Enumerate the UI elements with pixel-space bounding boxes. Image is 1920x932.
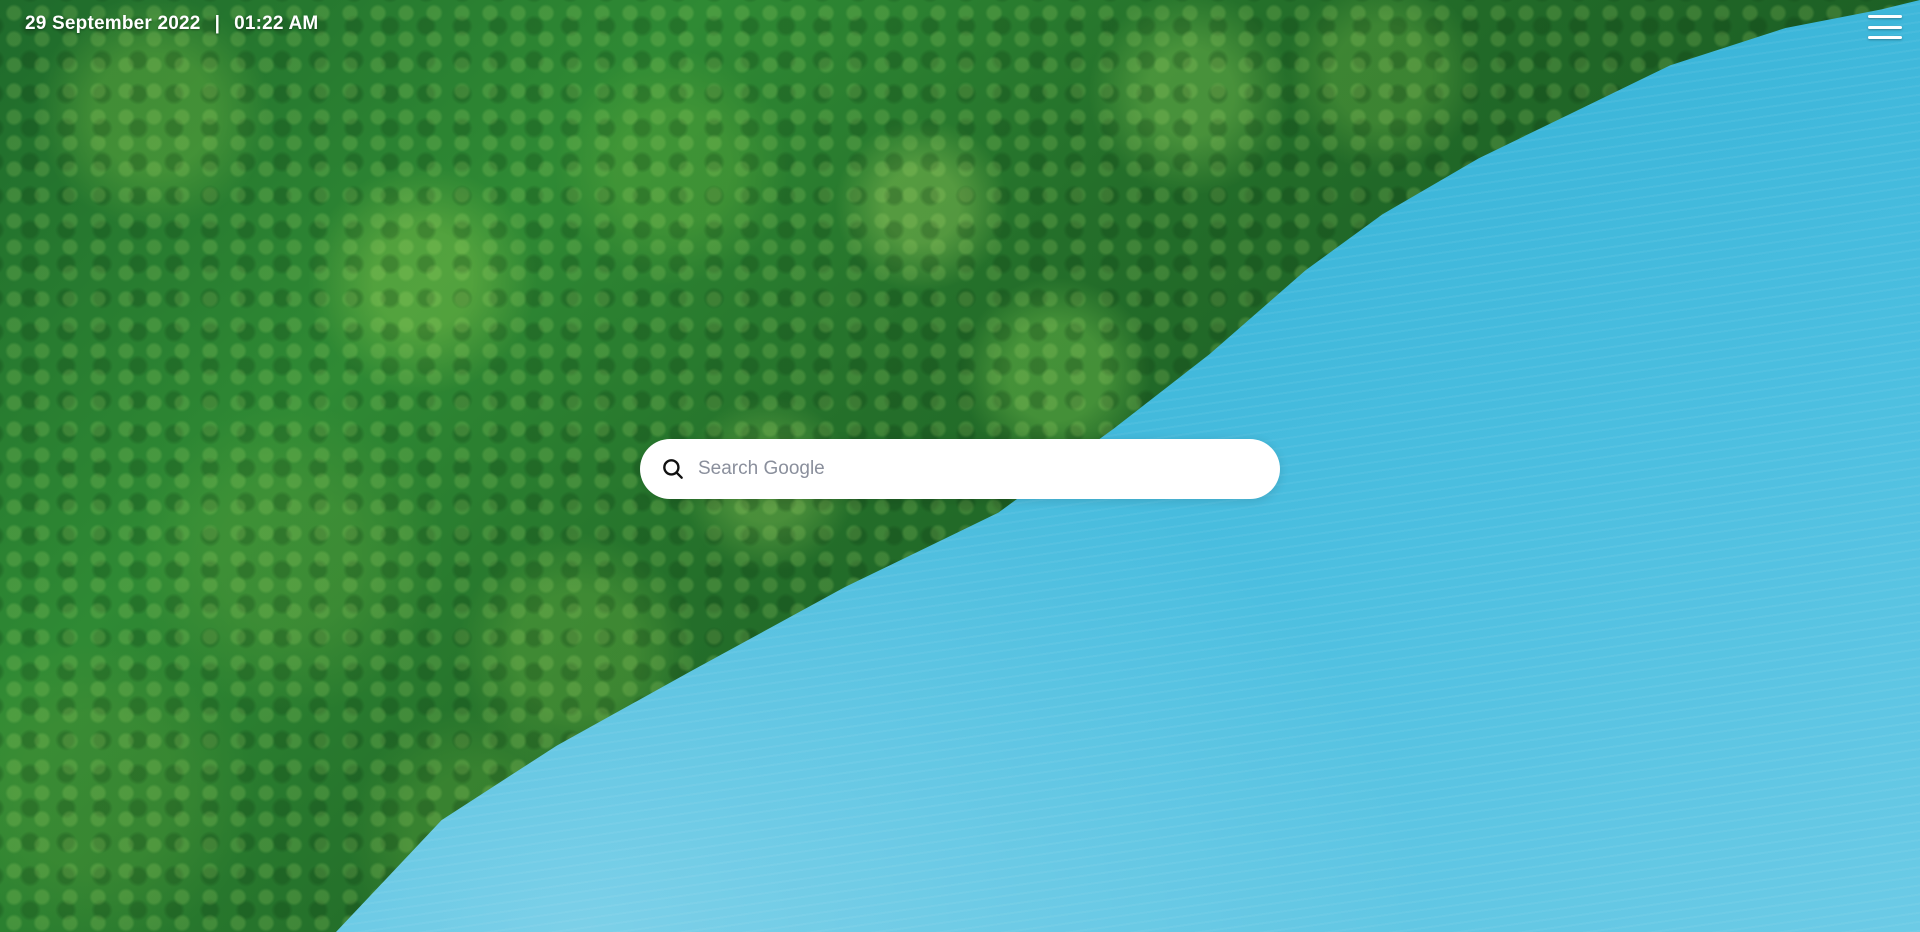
new-tab-page: 29 September 2022 | 01:22 AM xyxy=(0,0,1920,932)
date-text: 29 September 2022 xyxy=(25,13,201,34)
menu-bar-top xyxy=(1868,15,1902,18)
search-icon[interactable] xyxy=(660,456,686,482)
menu-bar-bottom xyxy=(1868,36,1902,39)
time-text: 01:22 AM xyxy=(234,13,319,34)
date-time-display: 29 September 2022 | 01:22 AM xyxy=(25,13,318,35)
hamburger-menu-icon[interactable] xyxy=(1868,14,1902,40)
search-input[interactable] xyxy=(698,458,1260,480)
date-time-separator: | xyxy=(214,13,221,34)
menu-bar-middle xyxy=(1868,25,1902,29)
search-bar[interactable] xyxy=(640,439,1280,499)
